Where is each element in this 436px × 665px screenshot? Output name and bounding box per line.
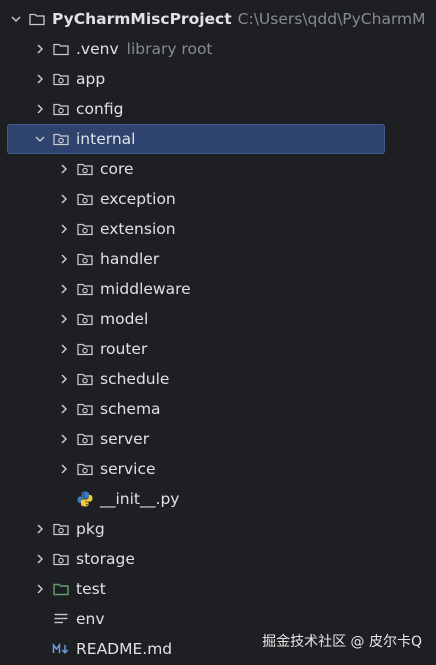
package-folder-icon [52,520,70,538]
chevron-right-icon[interactable] [28,64,52,94]
tree-item-label: env [76,610,105,628]
tree-item-model[interactable]: model [0,304,436,334]
chevron-right-icon[interactable] [52,364,76,394]
package-folder-icon [76,430,94,448]
tree-root-project[interactable]: PyCharmMiscProject C:\Users\qdd\PyCharmM [0,4,436,34]
chevron-right-icon[interactable] [52,394,76,424]
tree-item-label: config [76,100,124,118]
chevron-right-icon[interactable] [52,454,76,484]
chevron-down-icon[interactable] [4,4,28,34]
tree-item-label: core [100,160,134,178]
tree-item-label: .venv [76,40,119,58]
package-folder-icon [52,70,70,88]
tree-item-schema[interactable]: schema [0,394,436,424]
package-folder-icon [76,220,94,238]
chevron-right-icon[interactable] [52,154,76,184]
chevron-right-icon[interactable] [52,244,76,274]
library-root-hint: library root [126,40,213,58]
tree-item-label: handler [100,250,160,268]
tree-item-label: router [100,340,148,358]
tree-item-service[interactable]: service [0,454,436,484]
package-folder-icon [76,370,94,388]
tree-item-label: pkg [76,520,105,538]
chevron-right-icon[interactable] [52,424,76,454]
package-folder-icon [76,190,94,208]
tree-item-config[interactable]: config [0,94,436,124]
package-folder-icon [76,280,94,298]
folder-icon [28,10,46,28]
package-folder-icon [76,160,94,178]
tree-item-extension[interactable]: extension [0,214,436,244]
tree-item-exception[interactable]: exception [0,184,436,214]
package-folder-icon [52,130,70,148]
tree-item-label: schedule [100,370,170,388]
tree-item-label: exception [100,190,176,208]
tree-item-label: service [100,460,156,478]
tree-item-schedule[interactable]: schedule [0,364,436,394]
tree-item-pkg[interactable]: pkg [0,514,436,544]
package-folder-icon [76,400,94,418]
tree-item-router[interactable]: router [0,334,436,364]
tree-item-label: test [76,580,106,598]
folder-icon [52,40,70,58]
python-file-icon [76,490,94,508]
project-tree: PyCharmMiscProject C:\Users\qdd\PyCharmM… [0,4,436,664]
tree-item-server[interactable]: server [0,424,436,454]
test-folder-icon [52,580,70,598]
tree-item-core[interactable]: core [0,154,436,184]
tree-item-storage[interactable]: storage [0,544,436,574]
chevron-right-icon[interactable] [28,514,52,544]
tree-item-label: storage [76,550,135,568]
chevron-right-icon[interactable] [28,574,52,604]
chevron-right-icon[interactable] [28,544,52,574]
tree-item-middleware[interactable]: middleware [0,274,436,304]
tree-item-label: README.md [76,640,173,658]
tree-item-label: internal [76,130,136,148]
chevron-right-icon[interactable] [52,184,76,214]
markdown-file-icon [52,640,70,658]
tree-item-env[interactable]: env [0,604,436,634]
chevron-right-icon[interactable] [52,334,76,364]
project-name: PyCharmMiscProject [52,10,232,28]
package-folder-icon [76,460,94,478]
package-folder-icon [52,100,70,118]
chevron-down-icon[interactable] [28,124,52,154]
chevron-right-icon[interactable] [28,34,52,64]
tree-item-internal[interactable]: internal [0,124,436,154]
package-folder-icon [52,550,70,568]
tree-item-label: model [100,310,149,328]
tree-item-label: schema [100,400,161,418]
tree-item-app[interactable]: app [0,64,436,94]
tree-item-venv[interactable]: .venv library root [0,34,436,64]
chevron-right-icon[interactable] [52,304,76,334]
tree-item-label: middleware [100,280,191,298]
package-folder-icon [76,340,94,358]
tree-item-test[interactable]: test [0,574,436,604]
text-file-icon [52,610,70,628]
tree-item-label: __init__.py [100,490,180,508]
watermark: 掘金技术社区 @ 皮尔卡Q [262,634,422,650]
project-path: C:\Users\qdd\PyCharmM [237,10,426,28]
tree-item-label: extension [100,220,176,238]
chevron-right-icon[interactable] [28,94,52,124]
tree-item-init-py[interactable]: __init__.py [0,484,436,514]
chevron-right-icon[interactable] [52,214,76,244]
tree-item-handler[interactable]: handler [0,244,436,274]
tree-item-label: app [76,70,106,88]
package-folder-icon [76,310,94,328]
chevron-right-icon[interactable] [52,274,76,304]
tree-item-label: server [100,430,150,448]
package-folder-icon [76,250,94,268]
